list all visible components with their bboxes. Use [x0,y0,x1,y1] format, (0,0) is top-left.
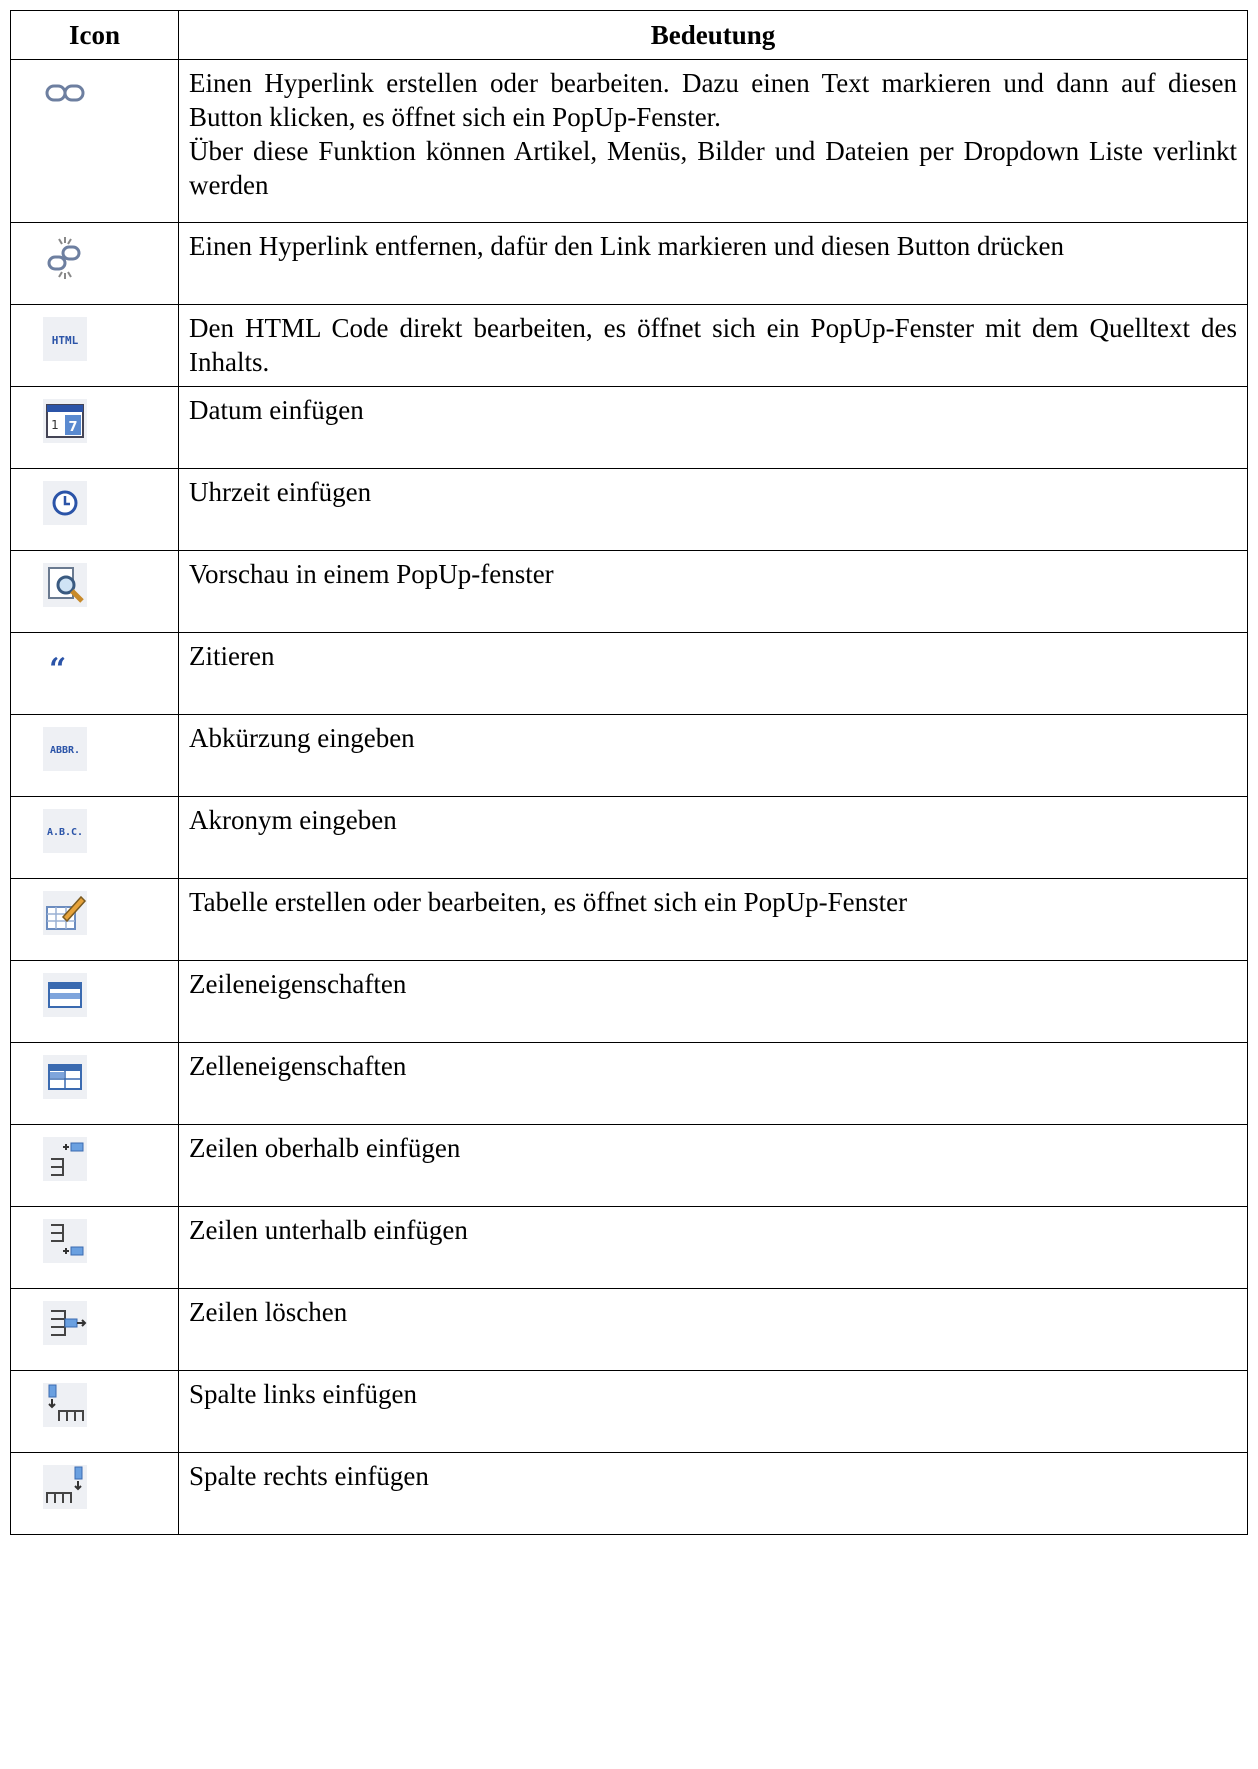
meaning-cell: Zeileneigenschaften [178,960,1248,1043]
meaning-cell: Spalte links einfügen [178,1370,1248,1453]
table-row: A.B.C. Akronym eingeben [10,796,1248,879]
preview-icon [41,561,89,609]
svg-text:HTML: HTML [52,334,79,347]
icon-cell: 71 [10,386,179,469]
meaning-text: Zeileneigenschaften [189,969,407,999]
insert-row-below-icon [41,1217,89,1265]
table-row: HTML Den HTML Code direkt bearbeiten, es … [10,304,1248,387]
acronym-icon: A.B.C. [41,807,89,855]
clock-icon [41,479,89,527]
icon-cell: HTML [10,304,179,387]
meaning-cell: Zeilen unterhalb einfügen [178,1206,1248,1289]
svg-text:ABBR.: ABBR. [50,745,80,756]
table-row: ABBR. Abkürzung eingeben [10,714,1248,797]
meaning-text: Datum einfügen [189,395,364,425]
meaning-text: Zelleneigenschaften [189,1051,407,1081]
cell-properties-icon [41,1053,89,1101]
html-code-icon: HTML [41,315,89,363]
icon-cell [10,59,179,223]
meaning-cell: Zeilen löschen [178,1288,1248,1371]
meaning-cell: Zitieren [178,632,1248,715]
meaning-cell: Spalte rechts einfügen [178,1452,1248,1535]
meaning-text: Einen Hyperlink entfernen, dafür den Lin… [189,231,1064,261]
meaning-cell: Abkürzung eingeben [178,714,1248,797]
icon-cell [10,222,179,305]
table-row: Zelleneigenschaften [10,1042,1248,1125]
meaning-cell: Datum einfügen [178,386,1248,469]
link-icon [41,70,89,118]
table-body: Einen Hyperlink erstellen oder bearbeite… [10,59,1248,1535]
meaning-text: Zeilen oberhalb einfügen [189,1133,461,1163]
icon-cell: ABBR. [10,714,179,797]
table-header-row: Icon Bedeutung [10,10,1248,60]
table-row: Einen Hyperlink erstellen oder bearbeite… [10,59,1248,223]
header-meaning: Bedeutung [178,10,1248,60]
meaning-cell: Vorschau in einem PopUp-fenster [178,550,1248,633]
insert-col-left-icon [41,1381,89,1429]
icon-cell [10,1124,179,1207]
icon-cell [10,878,179,961]
icon-cell [10,1370,179,1453]
table-row: Zeileneigenschaften [10,960,1248,1043]
calendar-icon: 71 [41,397,89,445]
table-row: Einen Hyperlink entfernen, dafür den Lin… [10,222,1248,305]
icon-cell [10,550,179,633]
meaning-text: Vorschau in einem PopUp-fenster [189,559,554,589]
icon-cell [10,960,179,1043]
meaning-text: Zitieren [189,641,275,671]
icon-cell: “ [10,632,179,715]
meaning-cell: Zeilen oberhalb einfügen [178,1124,1248,1207]
table-edit-icon [41,889,89,937]
table-row: Tabelle erstellen oder bearbeiten, es öf… [10,878,1248,961]
table-row: Zeilen unterhalb einfügen [10,1206,1248,1289]
table-row: Spalte links einfügen [10,1370,1248,1453]
table-row: Vorschau in einem PopUp-fenster [10,550,1248,633]
meaning-cell: Uhrzeit einfügen [178,468,1248,551]
table-row: Uhrzeit einfügen [10,468,1248,551]
icon-cell [10,1452,179,1535]
meaning-cell: Akronym eingeben [178,796,1248,879]
icon-cell [10,1042,179,1125]
meaning-text: Abkürzung eingeben [189,723,415,753]
meaning-text: Uhrzeit einfügen [189,477,372,507]
table-row: 7 1 Datum einfügen [10,386,1248,469]
meaning-text: Spalte rechts einfügen [189,1461,429,1491]
meaning-text: Den HTML Code direkt bearbeiten, es öffn… [189,313,1237,377]
meaning-text: Tabelle erstellen oder bearbeiten, es öf… [189,887,908,917]
meaning-cell: Zelleneigenschaften [178,1042,1248,1125]
svg-text:7: 7 [68,420,77,435]
meaning-cell: Einen Hyperlink entfernen, dafür den Lin… [178,222,1248,305]
svg-text:“: “ [49,652,66,687]
meaning-text: Spalte links einfügen [189,1379,417,1409]
meaning-text: Einen Hyperlink erstellen oder bearbeite… [189,68,1237,132]
icon-cell [10,1288,179,1371]
quote-icon: “ [41,643,89,691]
unlink-icon [41,233,89,281]
meaning-text: Über diese Funktion können Artikel, Menü… [189,136,1237,200]
svg-text:A.B.C.: A.B.C. [47,827,83,838]
meaning-cell: Tabelle erstellen oder bearbeiten, es öf… [178,878,1248,961]
meaning-cell: Einen Hyperlink erstellen oder bearbeite… [178,59,1248,223]
meaning-text: Akronym eingeben [189,805,397,835]
icon-cell [10,1206,179,1289]
icon-cell [10,468,179,551]
meaning-cell: Den HTML Code direkt bearbeiten, es öffn… [178,304,1248,387]
table-row: Zeilen oberhalb einfügen [10,1124,1248,1207]
icon-cell: A.B.C. [10,796,179,879]
meaning-text: Zeilen löschen [189,1297,348,1327]
table-row: Spalte rechts einfügen [10,1452,1248,1535]
table-row: Zeilen löschen [10,1288,1248,1371]
icon-reference-table: Icon Bedeutung Einen Hyperlink erstellen… [10,10,1248,1535]
header-icon: Icon [10,10,179,60]
svg-text:1: 1 [51,418,59,432]
delete-row-icon [41,1299,89,1347]
insert-col-right-icon [41,1463,89,1511]
meaning-text: Zeilen unterhalb einfügen [189,1215,468,1245]
abbr-icon: ABBR. [41,725,89,773]
row-properties-icon [41,971,89,1019]
insert-row-above-icon [41,1135,89,1183]
table-row: “ Zitieren [10,632,1248,715]
